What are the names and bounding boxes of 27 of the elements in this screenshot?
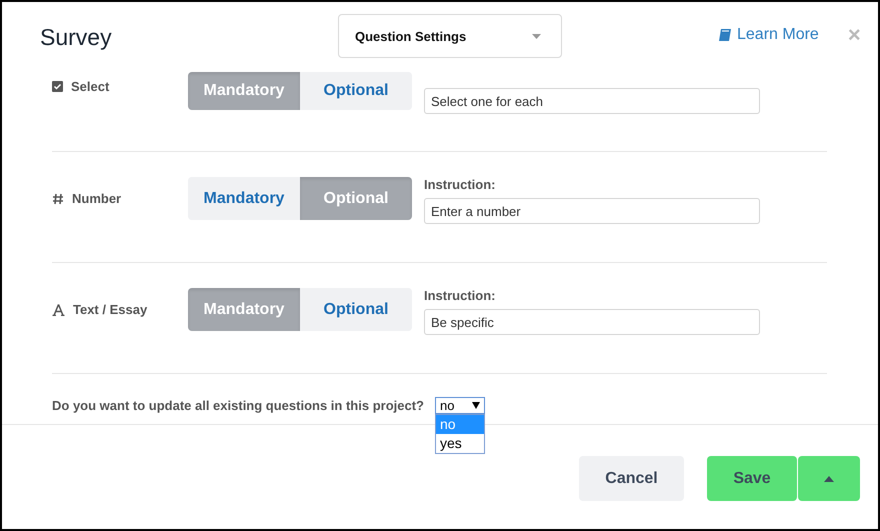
checkbox-icon bbox=[52, 80, 63, 92]
cancel-button[interactable]: Cancel bbox=[579, 456, 684, 501]
update-question: Do you want to update all existing questions in this project? bbox=[52, 398, 424, 413]
book-icon bbox=[718, 28, 732, 42]
question-type-label: Text / Essay bbox=[73, 302, 148, 317]
learn-more-link[interactable]: Learn More bbox=[718, 26, 819, 44]
instruction-field[interactable]: Enter a number bbox=[424, 198, 760, 224]
select-option[interactable]: no bbox=[436, 415, 484, 434]
requirement-toggle[interactable]: Optional bbox=[300, 177, 412, 220]
caret-icon bbox=[472, 402, 480, 409]
settings-dropdown[interactable]: Question Settings bbox=[338, 14, 562, 58]
requirement-toggle[interactable]: Mandatory bbox=[188, 72, 300, 110]
requirement-toggle[interactable]: Mandatory bbox=[188, 288, 300, 331]
caret-icon bbox=[532, 34, 541, 38]
save-button[interactable]: Save bbox=[707, 456, 797, 501]
update-select[interactable]: no bbox=[434, 397, 485, 414]
instruction-label: Instruction: bbox=[424, 177, 496, 192]
caret-icon bbox=[824, 476, 834, 482]
instruction-label: Instruction: bbox=[424, 288, 496, 303]
save-options-button[interactable] bbox=[798, 456, 860, 501]
instruction-field[interactable]: Select one for each bbox=[424, 88, 760, 114]
dialog-title: Survey bbox=[40, 24, 113, 50]
hash-icon bbox=[52, 192, 64, 204]
font-icon bbox=[52, 304, 65, 316]
question-type-label: Number bbox=[72, 191, 122, 206]
question-type-label: Select bbox=[71, 78, 110, 94]
instruction-field[interactable]: Be specific bbox=[424, 309, 760, 335]
